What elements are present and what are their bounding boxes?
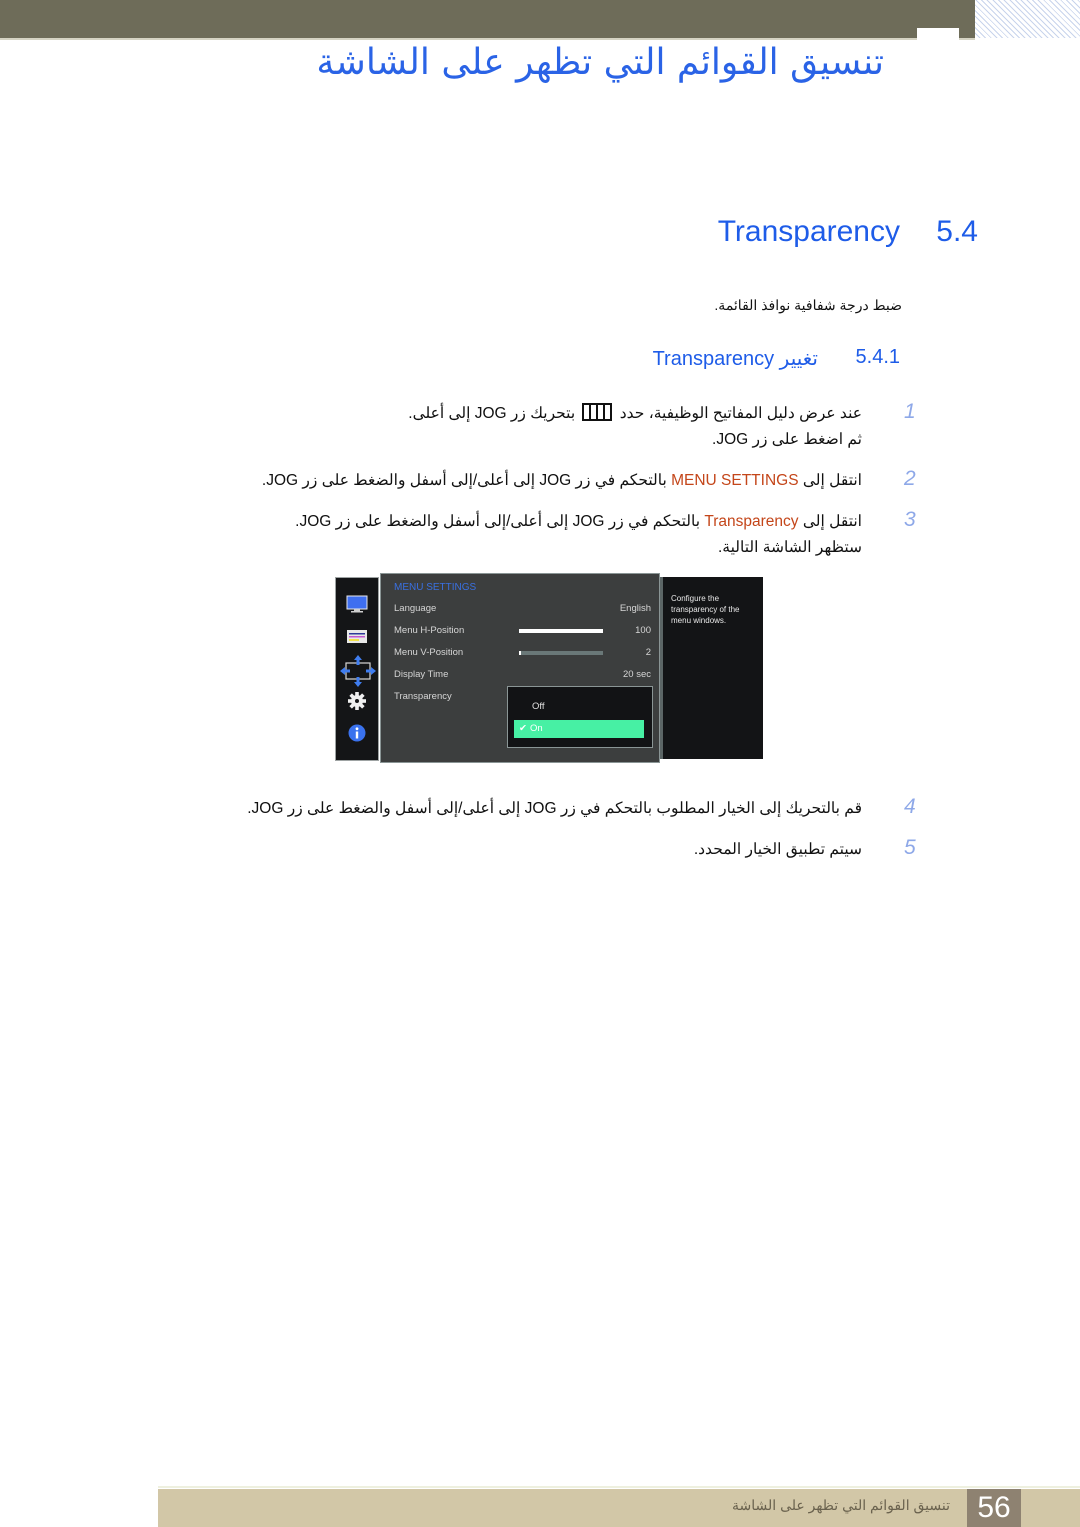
step-text: انتقل إلى	[802, 513, 862, 530]
step-3-line-2: ستظهر الشاشة التالية.	[717, 539, 862, 556]
header-hatch-pattern	[975, 0, 1080, 38]
chapter-title: تنسيق القوائم التي تظهر على الشاشة	[316, 42, 884, 83]
osd-row-label[interactable]: Transparency	[394, 691, 452, 702]
step-1-line-2: ثم اضغط على زر JOG.	[712, 431, 862, 448]
step-highlight: MENU SETTINGS	[671, 472, 799, 489]
step-text: عند عرض دليل المفاتيح الوظيفية، حدد	[619, 405, 862, 422]
subsection-number: 5.4.1	[855, 346, 900, 368]
section-intro: ضبط درجة شفافية نوافذ القائمة.	[714, 297, 902, 313]
step-number: 4	[904, 795, 916, 818]
position-arrows-icon	[340, 655, 376, 687]
subsection-title: تغيير Transparency	[652, 348, 818, 370]
step-number: 1	[904, 400, 916, 423]
step-text: بالتحكم في زر JOG إلى أعلى/إلى أسفل والض…	[295, 513, 701, 530]
header-bar	[0, 0, 975, 38]
osd-sidebar	[335, 577, 379, 761]
step-2: انتقل إلى MENU SETTINGS بالتحكم في زر JO…	[262, 468, 862, 494]
step-4: قم بالتحريك إلى الخيار المطلوب بالتحكم ف…	[247, 800, 862, 817]
picture-settings-icon	[347, 630, 367, 643]
section-number: 5.4	[936, 215, 978, 248]
step-text: بتحريك زر JOG إلى أعلى.	[408, 405, 576, 422]
osd-row-value: 2	[645, 647, 651, 658]
osd-row-value: 20 sec	[623, 669, 651, 680]
osd-slider-h-position[interactable]	[519, 629, 603, 633]
osd-menu-header: MENU SETTINGS	[394, 582, 477, 593]
step-number: 3	[904, 508, 916, 531]
info-icon	[348, 724, 366, 742]
step-3-line-1: انتقل إلى Transparency بالتحكم في زر JOG…	[295, 509, 862, 535]
osd-slider-v-position[interactable]	[519, 651, 603, 655]
step-text: انتقل إلى	[802, 472, 862, 489]
osd-row-label[interactable]: Menu H-Position	[394, 625, 464, 636]
step-text: بالتحكم في زر JOG إلى أعلى/إلى أسفل والض…	[261, 472, 667, 489]
osd-option-label: On	[530, 723, 543, 734]
osd-option-on[interactable]: ✔ On	[514, 720, 644, 738]
osd-slider-fill	[519, 629, 603, 633]
osd-row-label[interactable]: Language	[394, 603, 436, 614]
monitor-icon	[346, 595, 368, 613]
header-divider	[0, 38, 975, 40]
header-tab	[917, 28, 959, 40]
osd-row-value: English	[619, 603, 651, 614]
osd-menu-screenshot: MENU SETTINGS Language English Menu H-Po…	[335, 573, 763, 763]
footer-divider	[158, 1486, 1080, 1488]
step-1-line-1: عند عرض دليل المفاتيح الوظيفية، حدد بتحر…	[408, 401, 862, 427]
step-number: 5	[904, 836, 916, 859]
step-highlight: Transparency	[704, 513, 799, 530]
osd-option-off[interactable]: Off	[514, 698, 644, 716]
osd-help-text: Configure the transparency of the menu w…	[671, 594, 740, 625]
step-number: 2	[904, 467, 916, 490]
osd-row-value: 100	[635, 625, 651, 636]
osd-help-panel: Configure the transparency of the menu w…	[660, 577, 763, 759]
jog-menu-icon	[582, 403, 613, 421]
step-5: سيتم تطبيق الخيار المحدد.	[693, 841, 862, 858]
osd-slider-fill	[519, 651, 521, 655]
footer-chapter-title: تنسيق القوائم التي تظهر على الشاشة	[732, 1497, 950, 1513]
check-icon: ✔	[519, 723, 527, 734]
osd-row-label[interactable]: Menu V-Position	[394, 647, 463, 658]
osd-transparency-dropdown: Off ✔ On	[507, 686, 653, 748]
gear-icon	[348, 692, 366, 710]
osd-row-label[interactable]: Display Time	[394, 669, 448, 680]
section-title: Transparency	[717, 215, 900, 248]
page-number: 56	[967, 1489, 1021, 1527]
osd-main-panel: MENU SETTINGS Language English Menu H-Po…	[380, 573, 660, 763]
